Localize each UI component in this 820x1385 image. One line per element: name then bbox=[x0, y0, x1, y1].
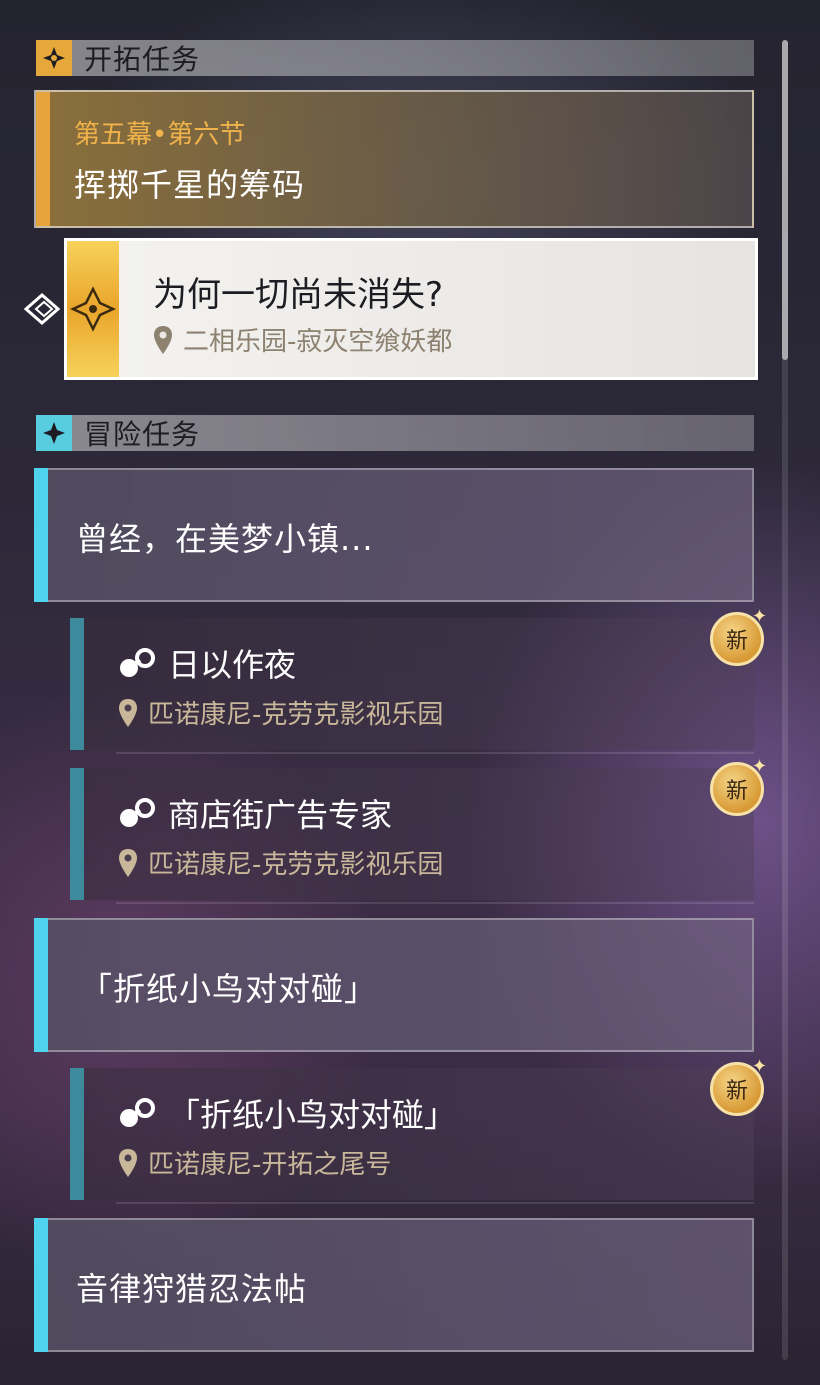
active-quest-emblem bbox=[67, 241, 119, 377]
divider bbox=[116, 902, 754, 904]
location-text: 二相乐园-寂灭空飨妖都 bbox=[183, 327, 453, 357]
quest-location: 匹诺康尼-克劳克影视乐园 bbox=[118, 844, 443, 881]
quest-title-text: 「折纸小鸟对对碰」 bbox=[168, 1096, 457, 1134]
quest-title: 日以作夜 bbox=[118, 640, 296, 686]
active-quest-title: 为何一切尚未消失? bbox=[153, 275, 444, 315]
sparkle-icon: ✦ bbox=[752, 606, 768, 627]
chapter-title: 挥掷千星的筹码 bbox=[74, 166, 306, 204]
quest-accent-bar bbox=[70, 768, 84, 900]
chapter-subtitle: 第五幕•第六节 bbox=[74, 120, 246, 150]
group-title: 「折纸小鸟对对碰」 bbox=[80, 970, 378, 1008]
group-accent-bar bbox=[34, 468, 48, 602]
chapter-card[interactable]: 第五幕•第六节 挥掷千星的筹码 bbox=[34, 90, 754, 228]
chapter-accent-bar bbox=[36, 92, 50, 226]
scrollbar[interactable] bbox=[782, 40, 788, 1360]
section-header-trailblaze: 开拓任务 bbox=[36, 40, 754, 76]
quest-location: 匹诺康尼-开拓之尾号 bbox=[118, 1144, 391, 1181]
section-title: 冒险任务 bbox=[84, 418, 201, 451]
scrollbar-thumb[interactable] bbox=[782, 40, 788, 360]
section-title: 开拓任务 bbox=[84, 43, 201, 76]
quest-title: 「折纸小鸟对对碰」 bbox=[118, 1090, 456, 1136]
trailblaze-icon bbox=[36, 40, 72, 76]
group-title: 音律狩猎忍法帖 bbox=[76, 1270, 308, 1308]
divider bbox=[116, 752, 754, 754]
tracking-arrow-icon[interactable] bbox=[23, 292, 64, 330]
group-accent-bar bbox=[34, 1218, 48, 1352]
group-title: 曾经，在美梦小镇... bbox=[76, 520, 374, 558]
quest-title: 商店街广告专家 bbox=[118, 790, 392, 836]
quest-group[interactable]: 音律狩猎忍法帖 bbox=[34, 1218, 754, 1352]
quest-item[interactable]: 商店街广告专家 匹诺康尼-克劳克影视乐园 bbox=[70, 768, 754, 904]
quest-group[interactable]: 「折纸小鸟对对碰」 bbox=[34, 918, 754, 1052]
sparkle-icon: ✦ bbox=[752, 756, 768, 777]
quest-item[interactable]: 「折纸小鸟对对碰」 匹诺康尼-开拓之尾号 bbox=[70, 1068, 754, 1204]
location-text: 匹诺康尼-克劳克影视乐园 bbox=[148, 700, 444, 730]
adventure-quest-icon bbox=[120, 1098, 155, 1127]
sparkle-icon: ✦ bbox=[752, 1056, 768, 1077]
location-text: 匹诺康尼-开拓之尾号 bbox=[148, 1150, 392, 1180]
adventure-quest-icon bbox=[120, 798, 155, 827]
location-text: 匹诺康尼-克劳克影视乐园 bbox=[148, 850, 444, 880]
quest-title-text: 日以作夜 bbox=[168, 646, 297, 684]
active-quest-card[interactable]: 为何一切尚未消失? 二相乐园-寂灭空飨妖都 bbox=[64, 238, 758, 380]
location-pin-icon bbox=[119, 1148, 137, 1177]
active-quest-location: 二相乐园-寂灭空飨妖都 bbox=[153, 321, 452, 358]
adventure-quest-icon bbox=[120, 648, 155, 677]
quest-log-panel: 开拓任务 第五幕•第六节 挥掷千星的筹码 为何一切尚未消失? 二相乐园-寂灭空飨… bbox=[0, 0, 820, 1385]
quest-accent-bar bbox=[70, 1068, 84, 1200]
divider bbox=[116, 1202, 754, 1204]
location-pin-icon bbox=[119, 698, 137, 727]
quest-accent-bar bbox=[70, 618, 84, 750]
group-accent-bar bbox=[34, 918, 48, 1052]
quest-item[interactable]: 日以作夜 匹诺康尼-克劳克影视乐园 bbox=[70, 618, 754, 754]
location-pin-icon bbox=[154, 325, 172, 354]
location-pin-icon bbox=[119, 848, 137, 877]
quest-title-text: 商店街广告专家 bbox=[168, 796, 393, 834]
quest-group[interactable]: 曾经，在美梦小镇... bbox=[34, 468, 754, 602]
section-header-adventure: 冒险任务 bbox=[36, 415, 754, 451]
adventure-star-icon bbox=[36, 415, 72, 451]
quest-location: 匹诺康尼-克劳克影视乐园 bbox=[118, 694, 443, 731]
